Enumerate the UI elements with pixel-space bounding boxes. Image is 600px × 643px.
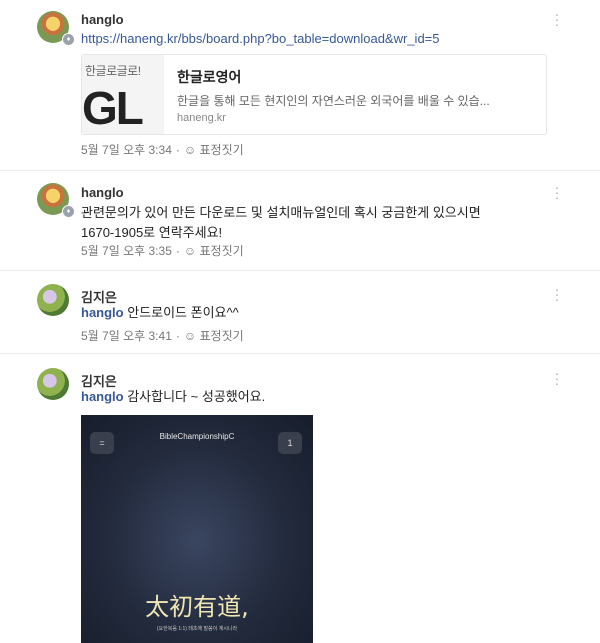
react-label: 표정짓기 <box>199 329 244 343</box>
separator: · <box>175 329 180 343</box>
link-preview-card[interactable]: 한글로글로! GL 한글로영어 한글을 통해 모든 현지인의 자연스러운 외국어… <box>81 54 547 135</box>
comment-text: 관련문의가 있어 만든 다운로드 및 설치매뉴얼인데 혹시 궁금한게 있으시면 … <box>81 203 481 243</box>
comment-time[interactable]: 5월 7일 오후 3:41 <box>81 329 172 343</box>
comment-text: hanglo 안드로이드 폰이요^^ <box>81 303 239 323</box>
admin-badge-icon: ♦ <box>62 33 75 46</box>
kebab-icon[interactable]: · · · <box>553 282 561 306</box>
comment-time[interactable]: 5월 7일 오후 3:34 <box>81 143 172 157</box>
avatar[interactable] <box>37 368 69 400</box>
avatar[interactable] <box>37 284 69 316</box>
comment-meta: 5월 7일 오후 3:35 · ☺ 표정짓기 <box>81 242 244 259</box>
admin-badge-icon: ♦ <box>62 205 75 218</box>
preview-domain: haneng.kr <box>177 112 226 124</box>
react-button[interactable]: ☺ 표정짓기 <box>184 329 244 343</box>
kebab-icon[interactable]: · · · <box>553 366 561 390</box>
comment-meta: 5월 7일 오후 3:41 · ☺ 표정짓기 <box>81 327 244 344</box>
react-button[interactable]: ☺ 표정짓기 <box>184 143 244 157</box>
kebab-icon[interactable]: · · · <box>553 7 561 31</box>
counter-button-image: 1 <box>278 432 302 454</box>
comment-text-body: 감사합니다 ~ 성공했어요. <box>123 389 266 404</box>
comment-author[interactable]: hanglo <box>81 12 124 27</box>
user-mention[interactable]: hanglo <box>81 305 124 320</box>
smile-icon: ☺ <box>183 244 197 258</box>
preview-thumbnail: 한글로글로! GL <box>82 55 164 134</box>
smile-icon: ☺ <box>183 329 197 343</box>
comment-meta: 5월 7일 오후 3:34 · ☺ 표정짓기 <box>81 141 244 158</box>
verse-translation: (요한복음 1:1) 태초에 말씀이 계시니라 <box>156 626 238 632</box>
comment-text-line: 관련문의가 있어 만든 다운로드 및 설치매뉴얼인데 혹시 궁금한게 있으시면 <box>81 205 481 220</box>
comment-text-body: 안드로이드 폰이요^^ <box>123 305 239 320</box>
react-label: 표정짓기 <box>199 244 244 258</box>
attached-image[interactable]: = BibleChampionshipC 1 太初有道, (요한복음 1:1) … <box>81 415 313 643</box>
comment-time[interactable]: 5월 7일 오후 3:35 <box>81 244 172 258</box>
user-mention[interactable]: hanglo <box>81 389 124 404</box>
thumbnail-logo: GL <box>82 82 144 134</box>
thumbnail-caption: 한글로글로! <box>85 64 141 78</box>
kebab-icon[interactable]: · · · <box>553 180 561 204</box>
react-button[interactable]: ☺ 표정짓기 <box>184 244 244 258</box>
smile-icon: ☺ <box>183 143 197 157</box>
comment-text: https://haneng.kr/bbs/board.php?bo_table… <box>81 29 440 49</box>
comment-text-line: 1670-1905로 연락주세요! <box>81 225 223 240</box>
verse-text: 太初有道, <box>145 593 249 621</box>
separator: · <box>175 244 180 258</box>
preview-description: 한글을 통해 모든 현지인의 자연스러운 외국어를 배울 수 있습... <box>177 94 490 108</box>
separator: · <box>175 143 180 157</box>
comment-author[interactable]: hanglo <box>81 185 124 200</box>
react-label: 표정짓기 <box>199 143 244 157</box>
comment-link[interactable]: https://haneng.kr/bbs/board.php?bo_table… <box>81 31 440 46</box>
comment-3: 김지은 hanglo 안드로이드 폰이요^^ 5월 7일 오후 3:41 · ☺ 표… <box>0 271 600 353</box>
comment-text: hanglo 감사합니다 ~ 성공했어요. <box>81 387 265 407</box>
preview-title: 한글로영어 <box>177 69 242 85</box>
comment-1: ♦ hanglo https://haneng.kr/bbs/board.php… <box>0 0 600 170</box>
comment-2: ♦ hanglo 관련문의가 있어 만든 다운로드 및 설치매뉴얼인데 혹시 궁… <box>0 171 600 270</box>
